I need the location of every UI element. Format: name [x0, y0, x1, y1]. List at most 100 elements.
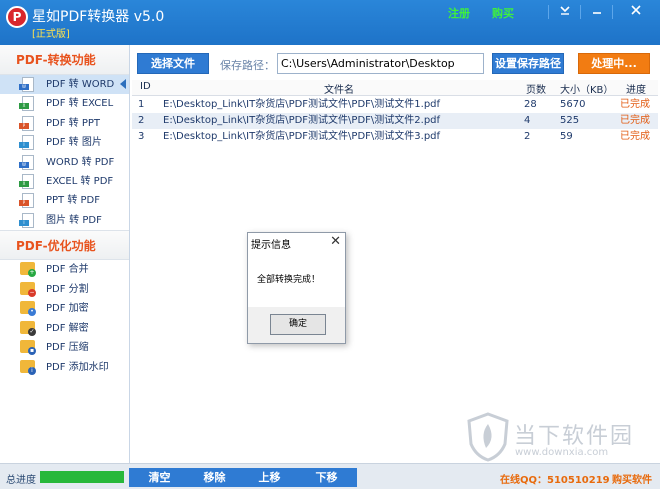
app-edition: [正式版] [32, 29, 70, 40]
cell-pages: 2 [524, 131, 531, 142]
cell-name: E:\Desktop_Link\IT杂货店\PDF测试文件\PDF\测试文件2.… [163, 115, 441, 126]
table-row[interactable]: 1 E:\Desktop_Link\IT杂货店\PDF测试文件\PDF\测试文件1… [132, 97, 658, 113]
sidebar-item-convert[interactable]: I 图片 转 PDF [0, 211, 129, 230]
optimize-list: + PDF 合并 − PDF 分割 • PDF 加密 ✓ PDF 解密 ▪ PDF 压缩 i PDF … [0, 260, 129, 377]
sidebar-item-convert[interactable]: X EXCEL 转 PDF [0, 172, 129, 191]
document-icon: P [19, 193, 34, 209]
cell-name: E:\Desktop_Link\IT杂货店\PDF测试文件\PDF\测试文件3.… [163, 131, 441, 142]
action-badge-icon: + [28, 269, 36, 278]
sidebar-item-label: PDF 解密 [46, 322, 89, 334]
convert-section-title: PDF-转换功能 [0, 45, 129, 75]
col-header-name[interactable]: 文件名 [324, 81, 354, 96]
dialog-message: 全部转换完成！ [257, 275, 321, 285]
buy-software-link[interactable]: 购买软件 [612, 471, 652, 486]
online-qq[interactable]: 在线QQ：510510219 [500, 471, 610, 486]
file-type-tag: W [19, 161, 29, 168]
sidebar-item-convert[interactable]: I PDF 转 图片 [0, 133, 129, 152]
action-badge-icon: • [28, 308, 36, 317]
sidebar-item-label: WORD 转 PDF [46, 156, 115, 168]
set-save-path-button[interactable]: 设置保存路径 [492, 53, 564, 74]
sidebar-item-label: PDF 加密 [46, 303, 89, 315]
titlebar-divider [548, 5, 549, 19]
total-progress-fill [40, 471, 124, 483]
cell-pages: 28 [524, 99, 537, 110]
remove-button[interactable]: 移除 [184, 468, 245, 487]
cell-size: 5670 [560, 99, 586, 110]
cell-progress: 已完成 [620, 99, 650, 110]
sidebar-item-convert[interactable]: W WORD 转 PDF [0, 153, 129, 172]
table-row[interactable]: 2 E:\Desktop_Link\IT杂货店\PDF测试文件\PDF\测试文件2… [132, 113, 658, 129]
save-path-label: 保存路径： [220, 59, 275, 72]
cell-size: 59 [560, 131, 573, 142]
sidebar-item-optimize[interactable]: ✓ PDF 解密 [0, 319, 129, 339]
col-header-progress[interactable]: 进度 [626, 81, 646, 96]
cell-progress: 已完成 [620, 131, 650, 142]
sidebar-item-optimize[interactable]: i PDF 添加水印 [0, 358, 129, 378]
cell-progress: 已完成 [620, 115, 650, 126]
buy-link[interactable]: 购买 [492, 5, 514, 21]
sidebar-item-convert[interactable]: X PDF 转 EXCEL [0, 94, 129, 113]
sidebar-item-convert[interactable]: P PDF 转 PPT [0, 114, 129, 133]
col-header-pages[interactable]: 页数 [526, 81, 546, 96]
watermark-shield-icon [467, 412, 509, 462]
sidebar-item-optimize[interactable]: • PDF 加密 [0, 299, 129, 319]
titlebar-divider [580, 5, 581, 19]
cell-name: E:\Desktop_Link\IT杂货店\PDF测试文件\PDF\测试文件1.… [163, 99, 441, 110]
file-type-tag: P [19, 122, 29, 129]
dialog-close-icon[interactable]: ✕ [330, 234, 341, 249]
sidebar: PDF-转换功能 W PDF 转 WORD X PDF 转 EXCEL P PDF 转 P… [0, 45, 130, 463]
dialog-ok-button[interactable]: 确定 [270, 314, 326, 335]
info-dialog: 提示信息 ✕ 全部转换完成！ 确定 [247, 232, 346, 344]
file-table: ID 文件名 页数 大小（KB） 进度 1 E:\Desktop_Link\IT杂… [132, 80, 658, 462]
app-title: 星如PDF转换器 v5.0 [32, 9, 165, 25]
document-icon: I [19, 212, 34, 228]
file-type-tag: X [19, 103, 29, 110]
col-header-id[interactable]: ID [140, 81, 151, 92]
cell-pages: 4 [524, 115, 531, 126]
cell-id: 3 [138, 131, 145, 142]
cell-id: 1 [138, 99, 145, 110]
title-bar: P 星如PDF转换器 v5.0 [正式版] 注册 购买 [0, 0, 660, 45]
watermark-url: www.downxia.com [515, 447, 609, 458]
save-path-input[interactable] [277, 53, 484, 74]
file-type-tag: I [19, 142, 29, 149]
col-header-size[interactable]: 大小（KB） [560, 81, 613, 96]
sidebar-item-convert[interactable]: W PDF 转 WORD [0, 75, 129, 95]
sidebar-item-optimize[interactable]: − PDF 分割 [0, 280, 129, 300]
table-row[interactable]: 3 E:\Desktop_Link\IT杂货店\PDF测试文件\PDF\测试文件3… [132, 129, 658, 145]
action-badge-icon: ✓ [28, 327, 36, 336]
document-icon: I [19, 135, 34, 151]
chevron-down-icon[interactable] [553, 3, 577, 21]
move-up-button[interactable]: 上移 [239, 468, 300, 487]
table-header: ID 文件名 页数 大小（KB） 进度 [132, 80, 658, 96]
total-progress-bar [40, 471, 124, 483]
dialog-body: 全部转换完成！ [248, 251, 345, 307]
document-icon: W [19, 77, 34, 92]
app-logo-icon: P [6, 6, 28, 28]
document-icon: W [19, 154, 34, 170]
action-badge-icon: i [28, 366, 36, 375]
titlebar-divider [612, 5, 613, 19]
file-type-tag: P [19, 200, 29, 207]
action-badge-icon: ▪ [28, 347, 36, 356]
sidebar-item-label: 图片 转 PDF [46, 214, 102, 226]
register-link[interactable]: 注册 [448, 5, 470, 21]
selected-arrow-icon [120, 79, 126, 89]
minimize-icon[interactable] [585, 3, 609, 21]
sidebar-item-optimize[interactable]: + PDF 合并 [0, 260, 129, 280]
process-button[interactable]: 处理中... [578, 53, 650, 74]
move-down-button[interactable]: 下移 [296, 468, 357, 487]
sidebar-item-label: PDF 压缩 [46, 342, 89, 354]
watermark-text: 当下软件园 [514, 424, 635, 449]
document-icon: X [19, 96, 34, 112]
sidebar-item-label: PDF 添加水印 [46, 361, 109, 373]
close-icon[interactable] [624, 3, 648, 21]
sidebar-item-optimize[interactable]: ▪ PDF 压缩 [0, 338, 129, 358]
select-file-button[interactable]: 选择文件 [137, 53, 209, 74]
optimize-section-title: PDF-优化功能 [0, 230, 129, 261]
sidebar-item-label: PDF 转 图片 [46, 137, 102, 149]
clear-button[interactable]: 清空 [129, 468, 190, 487]
status-bar: 总进度 清空 移除 上移 下移 在线QQ：510510219 购买软件 [0, 463, 660, 489]
document-icon: X [19, 173, 34, 189]
sidebar-item-convert[interactable]: P PPT 转 PDF [0, 191, 129, 210]
